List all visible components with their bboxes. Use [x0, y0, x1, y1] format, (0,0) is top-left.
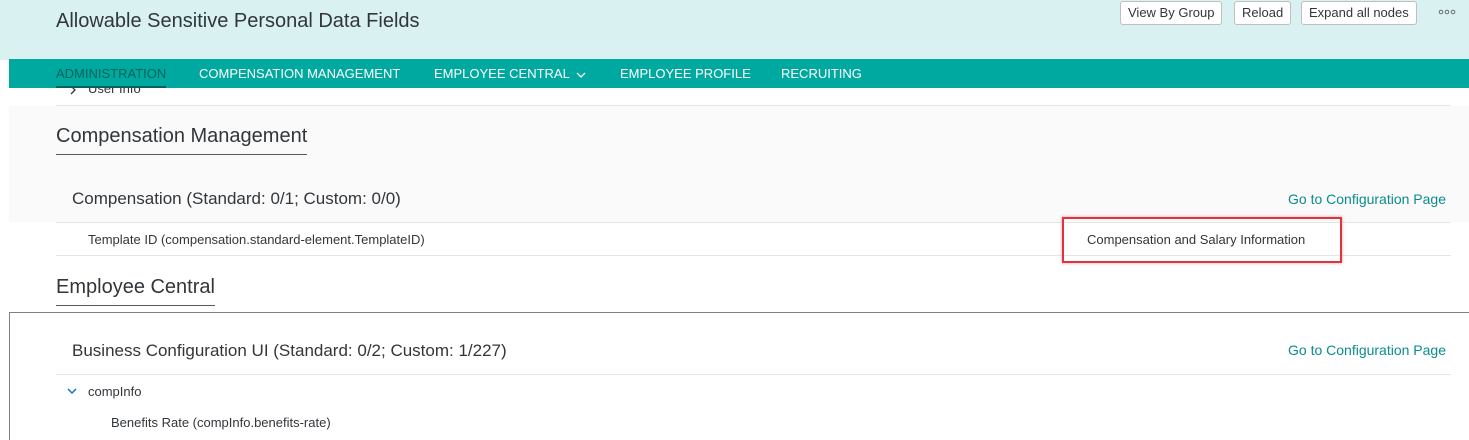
tree-row-label: User Info [88, 88, 141, 96]
view-by-group-button[interactable]: View By Group [1120, 1, 1223, 25]
page-header: Allowable Sensitive Personal Data Fields… [0, 0, 1469, 60]
group-title-compensation: Compensation (Standard: 0/1; Custom: 0/0… [72, 189, 401, 208]
go-to-configuration-link[interactable]: Go to Configuration Page [1288, 342, 1446, 358]
section-title-compensation-management: Compensation Management [56, 125, 308, 155]
tab-compensation-management[interactable]: COMPENSATION MANAGEMENT [199, 59, 400, 88]
reload-button[interactable]: Reload [1234, 1, 1292, 25]
tree-node-row[interactable]: compInfo [56, 374, 1451, 408]
tab-bar: ADMINISTRATION COMPENSATION MANAGEMENT E… [9, 59, 1469, 88]
tab-employee-central-label: EMPLOYEE CENTRAL [434, 66, 570, 81]
tab-employee-profile[interactable]: EMPLOYEE PROFILE [620, 59, 751, 88]
expand-all-nodes-button[interactable]: Expand all nodes [1301, 1, 1417, 25]
group-title-business-configuration: Business Configuration UI (Standard: 0/2… [72, 341, 507, 360]
tree-row-user-info[interactable]: User Info [56, 88, 1451, 106]
section-title-employee-central: Employee Central [56, 276, 215, 306]
content-area: User Info Compensation Management Compen… [9, 88, 1469, 440]
chevron-down-icon[interactable] [67, 386, 77, 396]
tab-administration[interactable]: ADMINISTRATION [56, 59, 167, 88]
field-label: Benefits Rate (compInfo.benefits-rate) [111, 415, 331, 430]
tab-recruiting[interactable]: RECRUITING [781, 59, 862, 88]
tree-node-label: compInfo [88, 384, 142, 399]
field-label: Template ID (compensation.standard-eleme… [88, 232, 425, 247]
chevron-right-icon [70, 88, 76, 95]
highlight-annotation [1062, 217, 1342, 263]
page-title: Allowable Sensitive Personal Data Fields [56, 10, 420, 32]
tab-employee-central[interactable]: EMPLOYEE CENTRAL [434, 59, 586, 88]
chevron-down-icon [576, 72, 586, 78]
overflow-dots-icon[interactable] [1438, 6, 1456, 18]
table-row: Benefits Rate (compInfo.benefits-rate) [56, 406, 1451, 440]
go-to-configuration-link[interactable]: Go to Configuration Page [1288, 191, 1446, 207]
